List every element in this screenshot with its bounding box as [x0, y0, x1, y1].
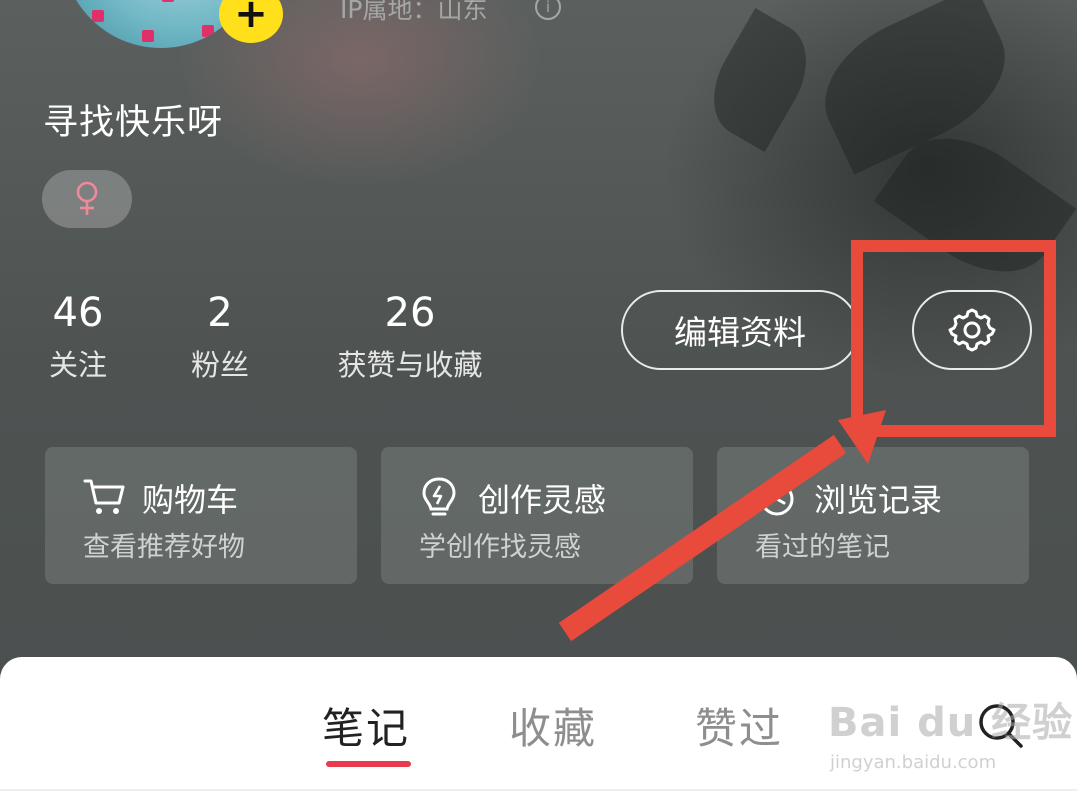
tab-liked[interactable]: 赞过 [695, 695, 783, 756]
tab-notes[interactable]: 笔记 [322, 695, 410, 756]
active-tab-indicator [326, 761, 411, 767]
baidu-watermark: Bai du 经验 jingyan.baidu.com [828, 690, 1074, 773]
watermark-url: jingyan.baidu.com [830, 752, 997, 773]
watermark-brand: Bai du 经验 [828, 700, 1074, 746]
tab-collections[interactable]: 收藏 [509, 695, 597, 756]
divider [0, 789, 1077, 791]
